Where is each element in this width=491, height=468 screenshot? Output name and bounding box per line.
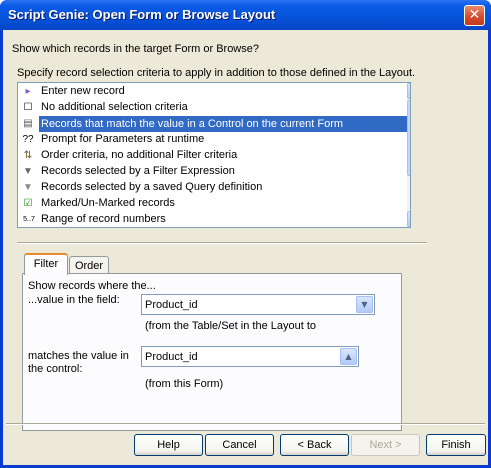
form-control-icon: ▤ [23,118,33,129]
chevron-down-icon[interactable]: ▼ [356,296,373,313]
list-item-label: Records that match the value in a Contro… [39,116,407,132]
matches-label: matches the value in [28,350,129,362]
scroll-up-button[interactable]: ▲ [407,83,410,99]
parameter-icon: ?? [22,134,34,145]
bottom-separator [6,423,485,425]
empty-checkbox-icon: ☐ [23,102,33,113]
list-item[interactable]: 5..7 Range of record numbers [19,212,407,227]
criteria-label: Specify record selection criteria to app… [17,67,416,79]
list-item-label: Order criteria, no additional Filter cri… [41,149,238,161]
close-button[interactable]: ✕ [464,5,485,26]
back-button[interactable]: < Back [280,434,349,456]
list-item-label: Records selected by a Filter Expression [41,165,235,177]
filter-tab-panel: Show records where the... ...value in th… [22,273,402,431]
list-item[interactable]: ▼ Records selected by a Filter Expression [19,164,407,180]
list-item[interactable]: ☑ Marked/Un-Marked records [19,196,407,212]
chevron-up-icon[interactable]: ▲ [340,348,357,365]
tab-filter[interactable]: Filter [24,253,68,275]
list-item[interactable]: ?? Prompt for Parameters at runtime [19,132,407,148]
scroll-down-button[interactable]: ▼ [407,211,410,227]
dialog-window: Script Genie: Open Form or Browse Layout… [0,0,491,468]
list-item[interactable]: ⇅ Order criteria, no additional Filter cr… [19,148,407,164]
title-bar[interactable]: Script Genie: Open Form or Browse Layout… [0,0,491,30]
separator [17,242,427,244]
sort-order-icon: ⇅ [23,150,33,161]
next-button[interactable]: Next > [351,434,420,456]
list-item-label: Marked/Un-Marked records [41,197,175,209]
field-select[interactable]: Product_id ▼ [141,294,375,315]
funnel-icon: ▼ [23,182,33,193]
field-select-value: Product_id [145,299,198,311]
list-item[interactable]: ▤ Records that match the value in a Contr… [19,116,407,132]
control-select[interactable]: Product_id ▲ [141,346,359,367]
show-records-label: Show records where the... [28,280,156,292]
control-select-value: Product_id [145,351,198,363]
field-value-label: ...value in the field: [28,294,120,306]
help-button[interactable]: Help [134,434,203,456]
new-record-icon: ▸ [25,86,31,97]
checked-box-icon: ☑ [23,198,33,209]
criteria-listbox[interactable]: ▸ Enter new record ☐ No additional selectio… [17,82,411,228]
finish-button[interactable]: Finish [426,434,486,456]
list-item[interactable]: ☐ No additional selection criteria [19,100,407,116]
list-item[interactable]: ▸ Enter new record [19,84,407,100]
list-item[interactable]: ▼ Records selected by a saved Query defin… [19,180,407,196]
list-item-label: Prompt for Parameters at runtime [41,133,205,145]
control-hint: (from this Form) [145,378,224,390]
list-item-label: Range of record numbers [41,213,166,225]
filter-expression-icon: ▼ [23,166,33,177]
field-hint: (from the Table/Set in the Layout to [145,320,317,332]
control-label: the control: [28,363,83,375]
list-item-label: Enter new record [41,85,125,97]
scroll-thumb[interactable] [407,100,410,176]
records-prompt: Show which records in the target Form or… [12,43,259,55]
vertical-scrollbar[interactable]: ▲ ▼ [407,83,410,227]
range-icon: 5..7 [23,216,35,223]
list-item-label: Records selected by a saved Query defini… [41,181,263,193]
cancel-button[interactable]: Cancel [205,434,274,456]
list-item-label: No additional selection criteria [41,101,188,113]
dialog-body: Show which records in the target Form or… [3,30,488,465]
window-title: Script Genie: Open Form or Browse Layout [8,7,276,22]
